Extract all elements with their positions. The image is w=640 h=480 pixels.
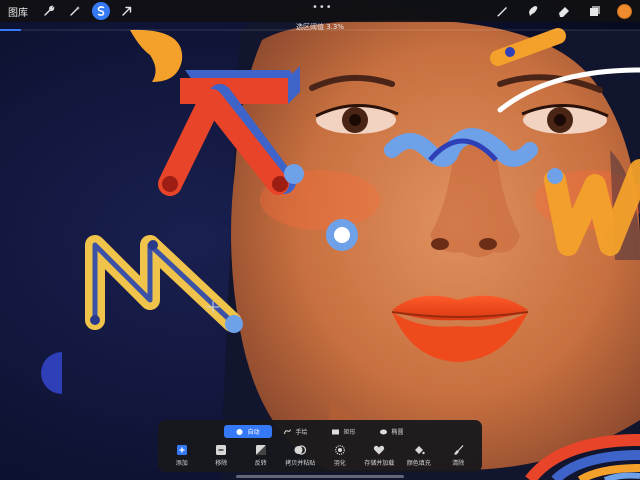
wrench-icon (44, 5, 55, 16)
brush-button[interactable] (493, 2, 511, 20)
mode-label: 自动 (247, 429, 260, 436)
threshold-track (0, 29, 640, 31)
selection-actions: 添加 移除 反转 拷贝并粘贴 羽化 存储并加载 颜色填充 清除 (162, 445, 478, 469)
home-indicator (236, 475, 404, 478)
selection-panel: 自动 手绘 矩形 椭圆 添加 移除 反转 拷贝并粘贴 羽化 存储并加载 颜色填充… (158, 420, 482, 472)
fill-icon (413, 445, 425, 455)
color-picker-button[interactable] (617, 3, 632, 19)
remove-icon (215, 445, 227, 455)
color-fill-button[interactable]: 颜色填充 (399, 445, 439, 469)
selection-button[interactable] (92, 2, 110, 20)
top-toolbar: 图库 ••• (0, 0, 640, 22)
mode-label: 手绘 (295, 429, 308, 436)
freehand-icon (284, 428, 292, 435)
selection-icon (97, 6, 105, 16)
adjustments-button[interactable] (66, 2, 84, 20)
mode-automatic[interactable]: 自动 (224, 425, 272, 438)
invert-button[interactable]: 反转 (241, 445, 281, 469)
gallery-button[interactable]: 图库 (8, 4, 28, 19)
transform-arrow-icon (122, 6, 132, 16)
artwork (0, 0, 640, 480)
remove-button[interactable]: 移除 (202, 445, 242, 469)
more-options-handle[interactable]: ••• (312, 2, 333, 13)
dot-icon (236, 428, 243, 435)
drawing-canvas[interactable] (0, 0, 640, 480)
copy-paste-button[interactable]: 拷贝并粘贴 (281, 445, 321, 469)
invert-icon (255, 445, 267, 455)
actions-button[interactable] (40, 2, 58, 20)
rectangle-icon (332, 429, 340, 435)
layers-button[interactable] (586, 2, 604, 20)
heart-icon (373, 445, 385, 455)
eraser-button[interactable] (555, 2, 573, 20)
mode-label: 矩形 (343, 429, 356, 436)
mode-ellipse[interactable]: 椭圆 (368, 425, 416, 438)
transform-button[interactable] (118, 2, 136, 20)
add-button[interactable]: 添加 (162, 445, 202, 469)
smudge-icon (529, 6, 538, 16)
smudge-button[interactable] (524, 2, 542, 20)
layers-icon (590, 6, 600, 16)
add-icon (176, 445, 188, 455)
ellipse-icon (380, 429, 388, 435)
selection-mode-tabs: 自动 手绘 矩形 椭圆 (224, 425, 416, 438)
clear-icon (452, 445, 464, 455)
magic-wand-icon (70, 6, 80, 16)
threshold-bar (0, 29, 22, 31)
copy-paste-icon (294, 445, 307, 455)
feather-button[interactable]: 羽化 (320, 445, 360, 469)
eraser-icon (559, 7, 569, 17)
brush-icon (497, 7, 507, 17)
clear-button[interactable]: 清除 (439, 445, 479, 469)
mode-label: 椭圆 (391, 429, 404, 436)
mode-rectangle[interactable]: 矩形 (320, 425, 368, 438)
mode-freehand[interactable]: 手绘 (272, 425, 320, 438)
save-load-button[interactable]: 存储并加载 (360, 445, 400, 469)
feather-icon (334, 445, 346, 455)
